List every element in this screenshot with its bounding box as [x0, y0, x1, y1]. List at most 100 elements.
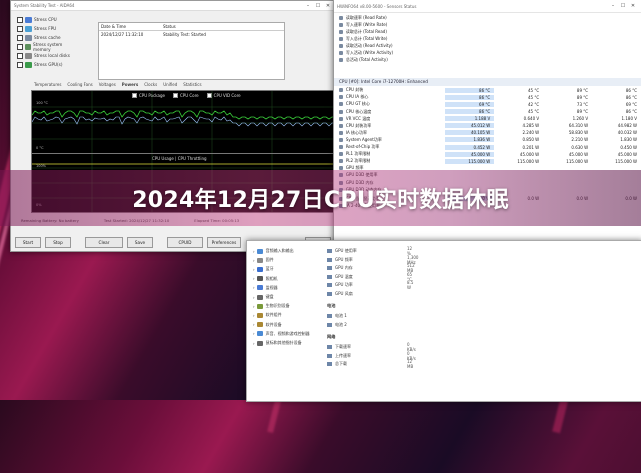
- checkbox[interactable]: [17, 43, 23, 50]
- sensor-row[interactable]: CPU GT 核心 69 °C 42 °C 73 °C 69 °C: [334, 101, 641, 108]
- expand-chevron-icon[interactable]: ›: [253, 295, 255, 300]
- close-button[interactable]: ✕: [323, 3, 333, 9]
- detail-row[interactable]: GPU 内存 512 MB: [327, 263, 415, 273]
- device-category[interactable]: › 生物识别设备: [253, 302, 290, 310]
- stress-option[interactable]: Stress FPU: [17, 24, 77, 33]
- detail-row[interactable]: 电池 1: [327, 312, 347, 320]
- detail-row[interactable]: 下载速率 0 KB/s: [327, 342, 416, 352]
- device-category[interactable]: › 蓝牙: [253, 265, 274, 273]
- sensor-row[interactable]: CPU 封装 86 °C 45 °C 89 °C 86 °C: [334, 87, 641, 94]
- sensor-row[interactable]: CPU 核心温度 86 °C 45 °C 89 °C 86 °C: [334, 108, 641, 115]
- sensor-value: 86 °C: [445, 87, 495, 93]
- expand-chevron-icon[interactable]: ›: [253, 313, 255, 318]
- detail-row[interactable]: 电池 2: [327, 321, 347, 329]
- stress-option-label: Stress system memory: [33, 41, 63, 52]
- stress-option[interactable]: Stress system memory: [17, 41, 77, 52]
- hardware-icon: [24, 43, 32, 50]
- start-button[interactable]: Start: [15, 237, 41, 248]
- sensor-name: CPU 核心温度: [345, 108, 372, 114]
- expand-chevron-icon[interactable]: ›: [253, 276, 255, 281]
- hardware-icon: [25, 34, 32, 41]
- sensor-value: 42 °C: [527, 101, 540, 107]
- sensor-value: 45.012 W: [445, 123, 495, 129]
- cpuid-button[interactable]: CPUID: [167, 237, 203, 248]
- device-category[interactable]: › 软件组件: [253, 311, 282, 319]
- minimize-button[interactable]: –: [608, 3, 618, 9]
- sensor-value: 1.260 V: [572, 116, 589, 122]
- sensor-name: 总活动 (Total Activity): [345, 57, 388, 63]
- minimize-button[interactable]: –: [303, 3, 313, 9]
- sensor-row[interactable]: 读取活动 (Read Activity): [334, 42, 641, 49]
- tab-unified[interactable]: Unified: [160, 82, 180, 87]
- tab-statistics[interactable]: Statistics: [180, 82, 204, 87]
- tab-temperatures[interactable]: Temperatures: [31, 82, 64, 87]
- detail-row[interactable]: GPU 风扇: [327, 290, 353, 298]
- sensor-row[interactable]: System Agent功率 1.836 W 0.850 W 2.210 W 1.830…: [334, 136, 641, 143]
- checkbox[interactable]: [17, 34, 23, 41]
- device-category[interactable]: › 照相机: [253, 275, 278, 283]
- sensor-row[interactable]: VR VCC 温度 1.188 V 0.640 V 1.260 V 1.180 V: [334, 115, 641, 122]
- preferences-button[interactable]: Preferences: [207, 237, 241, 248]
- sensor-row[interactable]: 写入总计 (Total Write): [334, 35, 641, 42]
- close-button[interactable]: ✕: [628, 3, 638, 9]
- clear-button[interactable]: Clear: [85, 237, 123, 248]
- detail-row[interactable]: GPU 功率 8.5 W: [327, 280, 413, 290]
- sensor-row[interactable]: 总活动 (Total Activity): [334, 57, 641, 64]
- sensor-name: VR VCC 温度: [345, 115, 371, 121]
- device-category[interactable]: › 音频输入和输出: [253, 247, 294, 255]
- device-category[interactable]: › 键盘: [253, 293, 274, 301]
- device-category[interactable]: › 监视器: [253, 284, 278, 292]
- checkbox[interactable]: [17, 52, 23, 59]
- tab-cooling-fans[interactable]: Cooling Fans: [64, 82, 95, 87]
- hardware-icon: [25, 61, 32, 68]
- sensor-row[interactable]: 读取总计 (Total Read): [334, 28, 641, 35]
- device-category[interactable]: › 固件: [253, 256, 274, 264]
- sensor-row[interactable]: Rest-of-Chip 功率 0.452 W 0.201 W 0.630 W 0.45…: [334, 144, 641, 151]
- checkbox[interactable]: [17, 25, 23, 32]
- sensor-section-header[interactable]: CPU [#0]: Intel Core i7-12700H: Enhanced: [334, 77, 641, 86]
- maximize-button[interactable]: ☐: [313, 3, 323, 9]
- sensor-row[interactable]: PL2 功率限制 115.000 W 115.000 W 115.000 W 115.0…: [334, 158, 641, 165]
- expand-chevron-icon[interactable]: ›: [253, 304, 255, 309]
- stress-option[interactable]: Stress GPU(s): [17, 60, 77, 69]
- sensor-row[interactable]: CPU IA 核心 86 °C 45 °C 89 °C 86 °C: [334, 94, 641, 101]
- tab-powers[interactable]: Powers: [119, 82, 141, 87]
- expand-chevron-icon[interactable]: ›: [253, 258, 255, 263]
- detail-row[interactable]: 上传速率 0 KB/s: [327, 351, 416, 361]
- expand-chevron-icon[interactable]: ›: [253, 285, 255, 290]
- detail-row[interactable]: GPU 使用率 12 %: [327, 246, 412, 256]
- stop-button[interactable]: Stop: [45, 237, 71, 248]
- sensor-row[interactable]: 写入活动 (Write Activity): [334, 50, 641, 57]
- expand-chevron-icon[interactable]: ›: [253, 341, 255, 346]
- detail-row[interactable]: GPU 温度 65 °C: [327, 272, 412, 282]
- sensor-row[interactable]: 写入速率 (Write Rate): [334, 21, 641, 28]
- device-category[interactable]: › 声音、视频和游戏控制器: [253, 330, 310, 338]
- stress-option[interactable]: Stress CPU: [17, 15, 77, 24]
- detail-row[interactable]: GPU 频率 1,300 MHz: [327, 255, 418, 265]
- checkbox[interactable]: [17, 61, 23, 68]
- expand-chevron-icon[interactable]: ›: [253, 267, 255, 272]
- sensor-value: 0.450 W: [620, 144, 638, 150]
- expand-chevron-icon[interactable]: ›: [253, 249, 255, 254]
- detail-row[interactable]: 总下载 12 MB: [327, 359, 413, 369]
- tab-clocks[interactable]: Clocks: [141, 82, 160, 87]
- sensor-row[interactable]: CPU 封装功率 45.012 W 4.285 W 64.310 W 44.982 W: [334, 122, 641, 129]
- stress-option[interactable]: Stress local disks: [17, 51, 77, 60]
- tab-voltages[interactable]: Voltages: [96, 82, 119, 87]
- sensor-row[interactable]: IA 核心功率 40.105 W 2.240 W 58.830 W 40.032 W: [334, 129, 641, 136]
- device-category-label: 音频输入和输出: [265, 248, 294, 253]
- device-icon: [256, 276, 263, 282]
- device-category[interactable]: › 软件设备: [253, 321, 282, 329]
- sensor-icon: [339, 130, 343, 135]
- device-category[interactable]: › 鼠标和其他指针设备: [253, 339, 302, 347]
- device-icon: [256, 322, 263, 328]
- sensor-row[interactable]: 读取速率 (Read Rate): [334, 14, 641, 21]
- expand-chevron-icon[interactable]: ›: [253, 322, 255, 327]
- checkbox[interactable]: [17, 16, 23, 23]
- sensor-row[interactable]: PL1 功率限制 45.000 W 45.000 W 45.000 W 45.000 W: [334, 151, 641, 158]
- maximize-button[interactable]: ☐: [618, 3, 628, 9]
- device-icon: [256, 285, 263, 291]
- sensor-value: 0.201 W: [522, 144, 540, 150]
- save-button[interactable]: Save: [127, 237, 153, 248]
- expand-chevron-icon[interactable]: ›: [253, 331, 255, 336]
